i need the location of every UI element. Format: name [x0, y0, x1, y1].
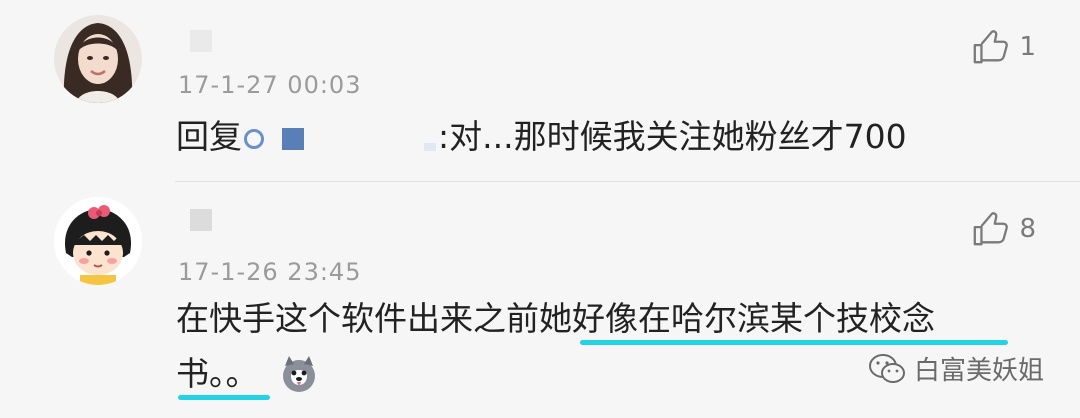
like-button[interactable]: 1	[971, 28, 1036, 66]
mention-at-icon	[244, 128, 264, 149]
avatar-portrait-image	[54, 15, 142, 103]
comment-text-part-a: 在快手这个软件出来之前	[176, 299, 539, 338]
like-count: 1	[1019, 32, 1036, 62]
thumbs-up-icon	[974, 30, 1009, 64]
comment-item: 1 17-1-27 00:03 回复 :对...那时候我关注她粉丝才700	[0, 0, 1080, 182]
avatar-cartoon-girl-image	[54, 197, 142, 285]
comment-text-line-2: 书。。	[176, 354, 259, 393]
avatar[interactable]	[54, 15, 142, 103]
mention-redaction-tail	[424, 143, 436, 151]
username-redacted[interactable]	[190, 209, 212, 231]
comment-timestamp: 17-1-27 00:03	[178, 71, 362, 99]
comment-list: 1 17-1-27 00:03 回复 :对...那时候我关注她粉丝才700 8 …	[0, 0, 1080, 418]
comment-text-part-b-highlighted: 她好像在哈尔滨某个技校念	[539, 299, 935, 338]
comment-timestamp: 17-1-26 23:45	[178, 258, 362, 286]
comment-body-line-2: 书。。	[176, 350, 319, 398]
mention-redaction-gap	[304, 138, 424, 148]
comment-body: 在快手这个软件出来之前她好像在哈尔滨某个技校念	[176, 295, 935, 343]
highlight-underline	[580, 340, 1008, 345]
avatar[interactable]	[54, 197, 142, 285]
comment-body: 回复 :对...那时候我关注她粉丝才700	[176, 113, 907, 161]
like-count: 8	[1019, 214, 1036, 244]
husky-emoji-icon	[282, 356, 315, 392]
comment-text: :对...那时候我关注她粉丝才700	[438, 117, 907, 156]
mention-user-redacted[interactable]	[282, 127, 304, 150]
watermark-label: 白富美妖姐	[913, 356, 1044, 386]
reply-prefix: 回复	[176, 117, 242, 156]
like-button[interactable]: 8	[971, 210, 1036, 248]
highlight-underline	[178, 395, 270, 400]
thumbs-up-icon	[974, 212, 1009, 246]
wechat-watermark: 白富美妖姐	[868, 350, 1044, 387]
username-redacted[interactable]	[190, 30, 212, 52]
wechat-icon	[868, 353, 905, 383]
